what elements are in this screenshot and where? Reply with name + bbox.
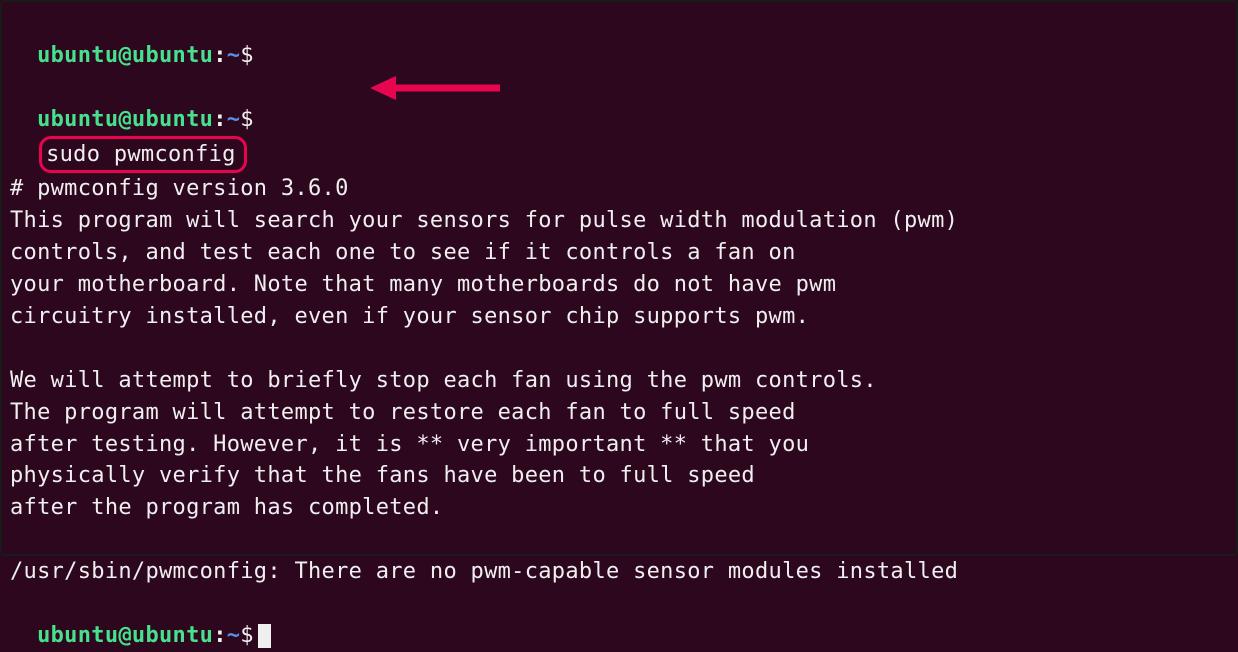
prompt-user: ubuntu@ubuntu bbox=[37, 43, 213, 68]
output-text: We will attempt to briefly stop each fan… bbox=[10, 365, 1228, 397]
prompt-line-empty: ubuntu@ubuntu:~$ bbox=[10, 8, 1228, 72]
prompt-colon: : bbox=[213, 623, 227, 648]
output-version: # pwmconfig version 3.6.0 bbox=[10, 173, 1228, 205]
prompt-dollar: $ bbox=[240, 107, 254, 132]
prompt-path: ~ bbox=[227, 107, 241, 132]
annotation-arrow-icon bbox=[370, 74, 500, 102]
output-text: circuitry installed, even if your sensor… bbox=[10, 301, 1228, 333]
output-text: controls, and test each one to see if it… bbox=[10, 237, 1228, 269]
output-text: The program will attempt to restore each… bbox=[10, 397, 1228, 429]
prompt-path: ~ bbox=[227, 43, 241, 68]
highlighted-command-box: sudo pwmconfig bbox=[39, 136, 247, 174]
output-blank bbox=[10, 333, 1228, 365]
prompt-line-command: ubuntu@ubuntu:~$ sudo pwmconfig bbox=[10, 72, 1228, 174]
output-text: This program will search your sensors fo… bbox=[10, 205, 1228, 237]
prompt-path: ~ bbox=[227, 623, 241, 648]
output-text: after testing. However, it is ** very im… bbox=[10, 429, 1228, 461]
output-text: after the program has completed. bbox=[10, 492, 1228, 524]
command-text: sudo pwmconfig bbox=[46, 142, 236, 167]
output-text: your motherboard. Note that many motherb… bbox=[10, 269, 1228, 301]
output-result: /usr/sbin/pwmconfig: There are no pwm-ca… bbox=[10, 556, 1228, 588]
prompt-user: ubuntu@ubuntu bbox=[37, 107, 213, 132]
prompt-dollar: $ bbox=[240, 43, 254, 68]
prompt-user: ubuntu@ubuntu bbox=[37, 623, 213, 648]
cursor-block[interactable] bbox=[258, 624, 271, 648]
prompt-line-cursor[interactable]: ubuntu@ubuntu:~$ bbox=[10, 588, 1228, 652]
prompt-dollar: $ bbox=[240, 623, 254, 648]
prompt-colon: : bbox=[213, 43, 227, 68]
output-blank bbox=[10, 524, 1228, 556]
output-text: physically verify that the fans have bee… bbox=[10, 460, 1228, 492]
prompt-colon: : bbox=[213, 107, 227, 132]
